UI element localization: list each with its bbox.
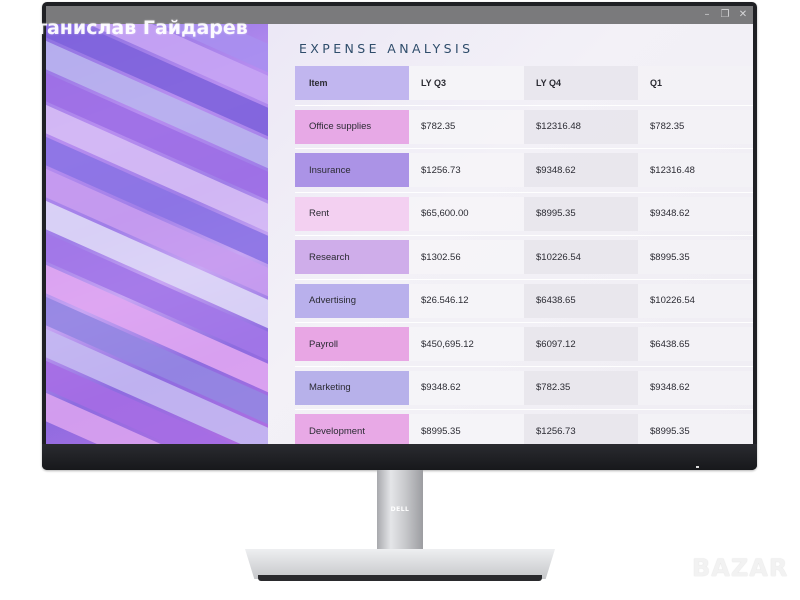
ly-q3-cell: $26.546.12 (409, 283, 524, 318)
ly-q4-cell: $9348.62 (524, 153, 638, 187)
expense-table: Item LY Q3 LY Q4 Q1 Office supplies $782… (295, 62, 753, 444)
monitor: – ❐ ✕ EXPENSE ANALYSIS Item LY Q3 LY Q4 … (42, 2, 757, 470)
product-photo: – ❐ ✕ EXPENSE ANALYSIS Item LY Q3 LY Q4 … (0, 0, 800, 600)
item-cell: Insurance (295, 153, 409, 187)
restore-icon[interactable]: ❐ (719, 8, 731, 21)
item-cell: Office supplies (295, 109, 409, 144)
ly-q4-cell: $8995.35 (524, 196, 638, 231)
owner-watermark: Станислав Гайдарев (22, 17, 248, 39)
ly-q3-cell: $1302.56 (409, 240, 524, 274)
panel-title: EXPENSE ANALYSIS (299, 41, 474, 56)
minimize-icon[interactable]: – (701, 8, 713, 21)
power-led-icon (696, 466, 699, 468)
table-header-row: Item LY Q3 LY Q4 Q1 (295, 62, 753, 106)
ly-q4-cell: $1256.73 (524, 414, 638, 444)
item-cell: Rent (295, 196, 409, 231)
table-row: Marketing $9348.62 $782.35 $9348.62 (295, 367, 753, 410)
monitor-stand-neck: DELL (377, 470, 423, 554)
item-cell: Marketing (295, 370, 409, 405)
window-controls: – ❐ ✕ (701, 8, 749, 21)
monitor-bezel-chin (42, 444, 757, 470)
q1-cell: $9348.62 (638, 370, 753, 405)
item-cell: Payroll (295, 327, 409, 361)
ly-q3-cell: $1256.73 (409, 153, 524, 187)
ly-q4-cell: $782.35 (524, 370, 638, 405)
ly-q4-cell: $12316.48 (524, 109, 638, 144)
ly-q4-cell: $10226.54 (524, 240, 638, 274)
table-row: Development $8995.35 $1256.73 $8995.35 (295, 410, 753, 444)
monitor-screen: – ❐ ✕ EXPENSE ANALYSIS Item LY Q3 LY Q4 … (46, 6, 753, 444)
table-row: Insurance $1256.73 $9348.62 $12316.48 (295, 149, 753, 193)
header-item: Item (295, 66, 409, 100)
q1-cell: $782.35 (638, 109, 753, 144)
table-row: Office supplies $782.35 $12316.48 $782.3… (295, 106, 753, 149)
q1-cell: $9348.62 (638, 196, 753, 231)
item-cell: Development (295, 414, 409, 444)
ly-q4-cell: $6438.65 (524, 283, 638, 318)
q1-cell: $8995.35 (638, 414, 753, 444)
wave-artwork (46, 24, 268, 444)
q1-cell: $10226.54 (638, 283, 753, 318)
table-row: Research $1302.56 $10226.54 $8995.35 (295, 236, 753, 280)
expense-panel: EXPENSE ANALYSIS Item LY Q3 LY Q4 Q1 Off… (268, 24, 753, 444)
close-icon[interactable]: ✕ (737, 8, 749, 21)
header-q1: Q1 (638, 66, 753, 100)
bazar-logo: BAZAR (692, 554, 789, 582)
ly-q4-cell: $6097.12 (524, 327, 638, 361)
q1-cell: $6438.65 (638, 327, 753, 361)
ly-q3-cell: $450,695.12 (409, 327, 524, 361)
header-ly-q4: LY Q4 (524, 66, 638, 100)
ly-q3-cell: $9348.62 (409, 370, 524, 405)
ly-q3-cell: $65,600.00 (409, 196, 524, 231)
table-row: Advertising $26.546.12 $6438.65 $10226.5… (295, 280, 753, 323)
table-row: Payroll $450,695.12 $6097.12 $6438.65 (295, 323, 753, 367)
table-row: Rent $65,600.00 $8995.35 $9348.62 (295, 193, 753, 236)
ly-q3-cell: $8995.35 (409, 414, 524, 444)
ly-q3-cell: $782.35 (409, 109, 524, 144)
q1-cell: $12316.48 (638, 153, 753, 187)
dell-logo: DELL (390, 506, 410, 513)
item-cell: Research (295, 240, 409, 274)
header-ly-q3: LY Q3 (409, 66, 524, 100)
q1-cell: $8995.35 (638, 240, 753, 274)
monitor-stand-base-edge (258, 575, 542, 581)
item-cell: Advertising (295, 283, 409, 318)
